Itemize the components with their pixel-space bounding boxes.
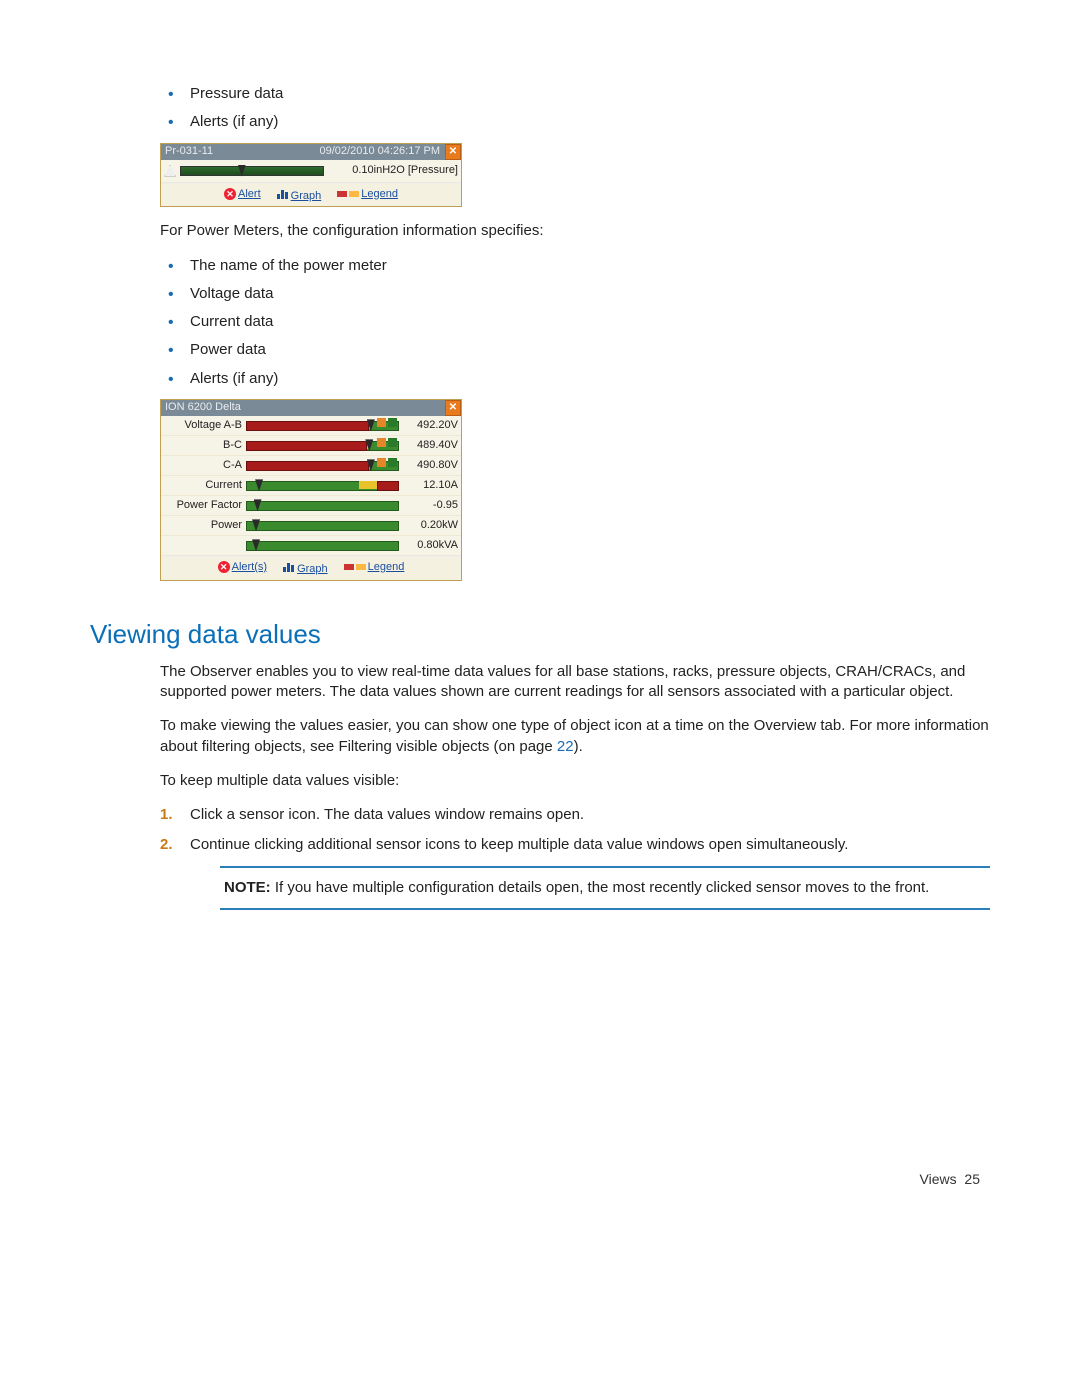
meter-row: Power 0.20kW — [161, 516, 461, 536]
popup-name: ION 6200 Delta — [161, 400, 443, 415]
paragraph: To keep multiple data values visible: — [160, 771, 990, 791]
meter-row: Power Factor -0.95 — [161, 496, 461, 516]
note-label: NOTE: — [224, 879, 271, 896]
note-box: NOTE: If you have multiple configuration… — [220, 866, 990, 910]
meter-bar — [246, 540, 397, 550]
list-item: Alerts (if any) — [190, 112, 990, 132]
meter-value: 0.20kW — [397, 518, 458, 533]
meter-value: 492.20V — [397, 418, 458, 433]
note-text: If you have multiple configuration detai… — [271, 879, 930, 896]
paragraph: For Power Meters, the configuration info… — [160, 221, 990, 241]
popup-datetime: 09/02/2010 04:26:17 PM — [217, 144, 443, 159]
graph-icon — [283, 560, 295, 572]
alert-icon: ✕ — [218, 561, 230, 573]
meter-value: 489.40V — [397, 438, 458, 453]
power-meter-popup: ION 6200 Delta ✕ Voltage A-B 492.20V B-C 48… — [160, 399, 462, 581]
page-footer: Views 25 — [90, 1170, 990, 1189]
flag-icons — [377, 438, 397, 447]
graph-icon — [277, 187, 289, 199]
close-icon[interactable]: ✕ — [445, 144, 461, 160]
legend-icon — [344, 564, 366, 570]
meter-bar — [246, 460, 397, 470]
list-item: The name of the power meter — [190, 256, 990, 276]
popup-data-row: 0.10inH2O [Pressure] — [161, 160, 461, 183]
list-item: 2.Continue clicking additional sensor ic… — [190, 835, 990, 855]
popup-link-row: ✕Alert(s) Graph Legend — [161, 556, 461, 580]
alerts-link[interactable]: ✕Alert(s) — [218, 560, 267, 577]
numbered-steps: 1. Click a sensor icon. The data values w… — [160, 805, 990, 856]
legend-link[interactable]: Legend — [344, 560, 405, 577]
graph-link[interactable]: Graph — [283, 560, 328, 577]
list-item: Voltage data — [190, 284, 990, 304]
meter-row: Voltage A-B 492.20V — [161, 416, 461, 436]
pressure-bar — [180, 166, 324, 176]
flag-icons — [377, 458, 397, 467]
popup-titlebar: ION 6200 Delta ✕ — [161, 400, 461, 416]
graph-link[interactable]: Graph — [277, 187, 322, 204]
page-link[interactable]: 22 — [557, 738, 574, 755]
paragraph: The Observer enables you to view real-ti… — [160, 662, 990, 703]
list-item: Power data — [190, 340, 990, 360]
alert-icon: ✕ — [224, 188, 236, 200]
alert-link[interactable]: ✕Alert — [224, 187, 261, 204]
footer-page-number: 25 — [964, 1171, 980, 1187]
text: ). — [574, 738, 583, 755]
flag-icons — [377, 418, 397, 427]
meter-label: Power — [164, 518, 246, 533]
meter-value: 12.10A — [397, 478, 458, 493]
warning-icon — [164, 165, 176, 177]
step-number: 2. — [160, 835, 173, 855]
list-item: 1.Click a sensor icon. The data values w… — [190, 805, 990, 825]
list-item: Alerts (if any) — [190, 369, 990, 389]
meter-row: 0.80kVA — [161, 536, 461, 556]
bullet-list-top: Pressure data Alerts (if any) — [160, 84, 990, 133]
meter-label: Voltage A-B — [164, 418, 246, 433]
meter-label: B-C — [164, 438, 246, 453]
bullet-list-pm: The name of the power meter Voltage data… — [160, 256, 990, 389]
popup-link-row: ✕Alert Graph Legend — [161, 183, 461, 207]
meter-label: Power Factor — [164, 498, 246, 513]
step-text: Click a sensor icon. The data values win… — [190, 806, 584, 823]
meter-row: B-C 489.40V — [161, 436, 461, 456]
pressure-popup: Pr-031-11 09/02/2010 04:26:17 PM ✕ 0.10i… — [160, 143, 462, 208]
list-item: Current data — [190, 312, 990, 332]
step-number: 1. — [160, 805, 173, 825]
meter-bar — [246, 520, 397, 530]
meter-row: Current 12.10A — [161, 476, 461, 496]
meter-value: -0.95 — [397, 498, 458, 513]
paragraph: To make viewing the values easier, you c… — [160, 716, 990, 757]
meter-bar — [246, 500, 397, 510]
list-item: Pressure data — [190, 84, 990, 104]
meter-row: C-A 490.80V — [161, 456, 461, 476]
meter-bar — [246, 480, 397, 490]
footer-section: Views — [920, 1171, 957, 1187]
legend-icon — [337, 191, 359, 197]
step-text: Continue clicking additional sensor icon… — [190, 836, 848, 853]
popup-name: Pr-031-11 — [161, 144, 217, 159]
meter-label: C-A — [164, 458, 246, 473]
pressure-value: 0.10inH2O [Pressure] — [324, 163, 458, 178]
bar-marker-icon — [238, 165, 246, 177]
page-content: Pressure data Alerts (if any) Pr-031-11 … — [160, 84, 990, 910]
section-heading: Viewing data values — [90, 617, 990, 652]
meter-bar — [246, 440, 397, 450]
meter-value: 490.80V — [397, 458, 458, 473]
meter-value: 0.80kVA — [397, 538, 458, 553]
meter-label: Current — [164, 478, 246, 493]
close-icon[interactable]: ✕ — [445, 400, 461, 416]
popup-titlebar: Pr-031-11 09/02/2010 04:26:17 PM ✕ — [161, 144, 461, 160]
meter-bar — [246, 420, 397, 430]
legend-link[interactable]: Legend — [337, 187, 398, 204]
